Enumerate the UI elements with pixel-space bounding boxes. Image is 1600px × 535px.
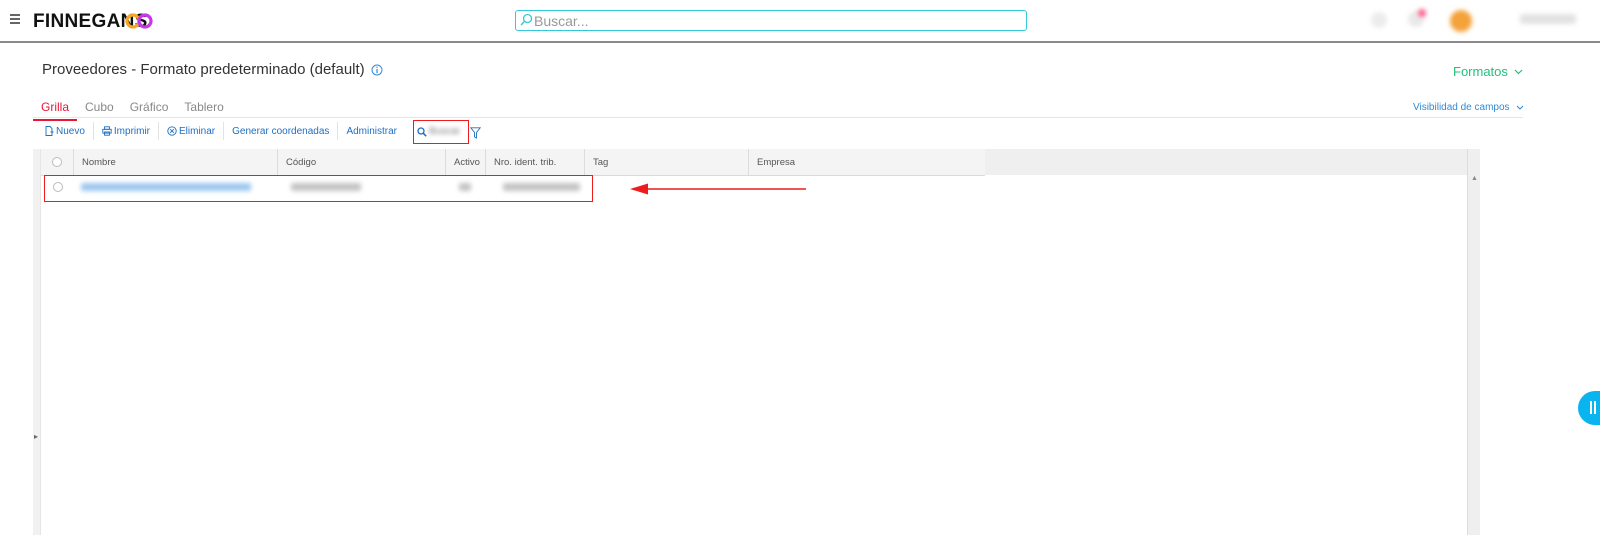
global-search[interactable] <box>515 10 1027 31</box>
formatos-dropdown[interactable]: Formatos <box>1453 64 1523 79</box>
data-grid: Nombre Código Activo Nro. ident. trib. T… <box>40 149 1508 535</box>
visibilidad-label: Visibilidad de campos <box>1413 102 1510 113</box>
notification-badge <box>1418 9 1426 17</box>
nuevo-button[interactable]: Nuevo <box>36 122 94 140</box>
hamburger-menu-icon[interactable] <box>10 14 20 24</box>
help-icon[interactable] <box>1371 12 1387 28</box>
new-file-icon <box>45 126 54 136</box>
column-header-codigo[interactable]: Código <box>278 149 446 175</box>
user-name[interactable] <box>1520 14 1576 24</box>
grid-toolbar: Nuevo Imprimir Eliminar Generar coordena… <box>36 121 405 141</box>
top-bar: FINNEGANS <box>0 0 1600 43</box>
column-header-activo[interactable]: Activo <box>446 149 486 175</box>
select-all-cell <box>41 149 74 175</box>
highlight-row-box <box>44 175 593 202</box>
annotation-arrow <box>630 183 806 195</box>
administrar-button[interactable]: Administrar <box>338 122 405 140</box>
generar-coordenadas-button[interactable]: Generar coordenadas <box>224 122 339 140</box>
chevron-down-icon <box>1514 69 1523 74</box>
avatar[interactable] <box>1450 10 1472 32</box>
administrar-label: Administrar <box>346 125 398 137</box>
printer-icon <box>102 126 112 136</box>
eliminar-label: Eliminar <box>179 125 216 137</box>
chevron-down-icon <box>1516 105 1523 110</box>
search-input[interactable] <box>534 11 1014 30</box>
grid-left-gutter <box>33 149 40 535</box>
column-header-empresa[interactable]: Empresa <box>749 149 985 175</box>
scroll-up-icon[interactable]: ▲ <box>1471 175 1478 182</box>
filter-icon[interactable] <box>470 127 481 139</box>
eliminar-button[interactable]: Eliminar <box>159 122 225 140</box>
search-icon <box>520 13 533 26</box>
tabs-divider <box>33 117 1523 118</box>
imprimir-label: Imprimir <box>113 125 151 137</box>
vertical-scrollbar[interactable]: ▲ <box>1467 149 1480 535</box>
nuevo-label: Nuevo <box>56 125 85 137</box>
grid-header: Nombre Código Activo Nro. ident. trib. T… <box>41 149 985 176</box>
info-icon[interactable] <box>371 64 383 76</box>
side-panel-toggle[interactable] <box>1578 391 1600 425</box>
delete-circle-icon <box>167 126 177 136</box>
select-all-radio[interactable] <box>52 157 62 167</box>
search-icon <box>417 127 427 137</box>
column-header-nombre[interactable]: Nombre <box>74 149 278 175</box>
column-header-nro-ident-trib[interactable]: Nro. ident. trib. <box>486 149 585 175</box>
imprimir-button[interactable]: Imprimir <box>94 122 160 140</box>
generar-coordenadas-label: Generar coordenadas <box>232 125 330 137</box>
formatos-label: Formatos <box>1453 64 1508 79</box>
grid-search-label: Buscar <box>429 126 461 137</box>
logo-infinity-icon <box>125 13 153 29</box>
grid-search-button[interactable]: Buscar <box>413 120 469 144</box>
page-title: Proveedores - Formato predeterminado (de… <box>42 61 365 78</box>
column-header-tag[interactable]: Tag <box>585 149 749 175</box>
panel-expand-icon[interactable]: ▸ <box>34 432 38 441</box>
visibilidad-campos-dropdown[interactable]: Visibilidad de campos <box>1413 102 1524 113</box>
